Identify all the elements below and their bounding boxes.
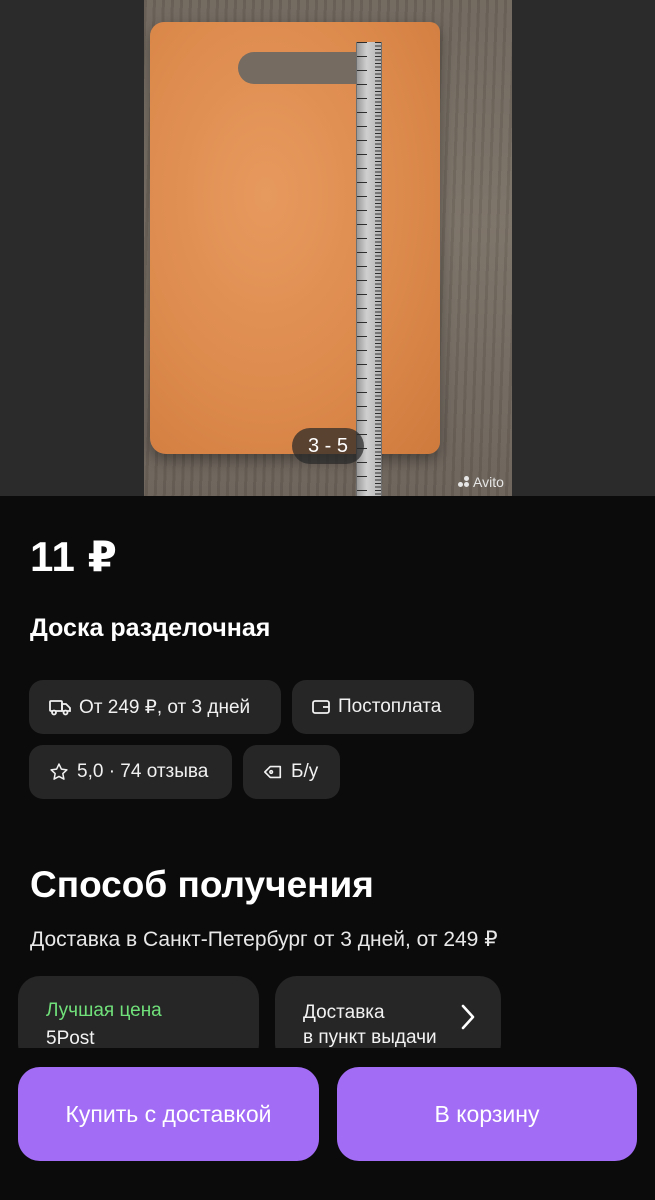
ruler-minor-ticks [375, 42, 381, 496]
chevron-right-icon [461, 1004, 475, 1030]
best-price-label: Лучшая цена [46, 1000, 162, 1021]
tag-icon [264, 765, 282, 779]
ruler-image [356, 42, 382, 496]
wallet-icon [312, 700, 330, 714]
pickup-option-label-line1: Доставка [303, 1002, 385, 1023]
price: 11 ₽ [30, 533, 118, 580]
star-icon [50, 763, 68, 780]
condition-chip[interactable]: Б/у [243, 745, 340, 799]
listing-title: Доска разделочная [30, 614, 271, 642]
avito-watermark: Avito [458, 474, 504, 490]
condition-chip-label: Б/у [291, 761, 319, 782]
cutting-board-image [150, 22, 440, 454]
avito-logo-icon [458, 476, 470, 488]
postpay-chip-label: Постоплата [338, 696, 442, 717]
board-handle-hole [238, 52, 374, 84]
pickup-option-label-line2: в пункт выдачи [303, 1027, 437, 1048]
avito-watermark-text: Avito [473, 474, 504, 490]
add-to-cart-button[interactable]: В корзину [337, 1067, 637, 1161]
buy-with-delivery-button[interactable]: Купить с доставкой [18, 1067, 319, 1161]
photo-gallery[interactable]: 3 - 5 Avito [0, 0, 655, 496]
receiving-method-title: Способ получения [30, 864, 374, 905]
truck-icon [49, 700, 71, 716]
delivery-service-name: 5Post [46, 1028, 95, 1049]
product-photo[interactable] [144, 0, 512, 496]
receiving-method-subtitle: Доставка в Санкт-Петербург от 3 дней, от… [30, 928, 498, 951]
photo-counter: 3 - 5 [292, 428, 364, 464]
delivery-chip-label: От 249 ₽, от 3 дней [79, 696, 251, 718]
postpay-chip[interactable]: Постоплата [292, 680, 474, 734]
delivery-chip[interactable]: От 249 ₽, от 3 дней [29, 680, 281, 734]
ruler-ticks [357, 42, 367, 496]
rating-chip-label: 5,0 · 74 отзыва [77, 761, 209, 782]
rating-chip[interactable]: 5,0 · 74 отзыва [29, 745, 232, 799]
